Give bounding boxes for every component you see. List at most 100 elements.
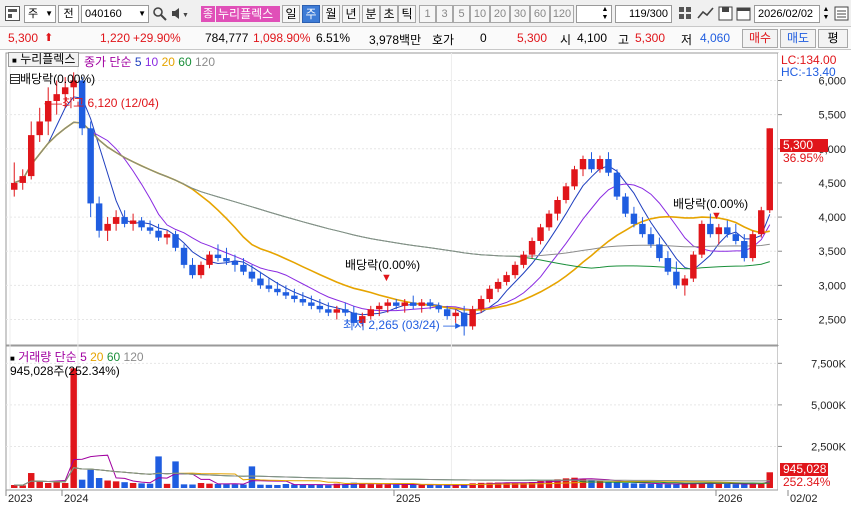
volume-bar [630, 483, 638, 488]
chart-layout-icon[interactable] [5, 6, 20, 21]
volume-bar [138, 483, 145, 488]
candle-body [393, 302, 400, 306]
volume-tick-label: 7,500K [811, 358, 847, 370]
period-day[interactable]: 일 [282, 5, 300, 23]
interval-1[interactable]: 1 [419, 5, 436, 23]
candle-body [172, 234, 179, 248]
interval-120[interactable]: 120 [550, 5, 574, 23]
candle-body [19, 176, 26, 183]
chart-canvas[interactable]: 6,0005,5005,0004,5004,0003,5003,0002,500… [0, 50, 851, 515]
interval-second[interactable]: 초 [380, 5, 398, 23]
price-panel-tab[interactable]: ■ 누리플렉스 [8, 52, 80, 67]
volume-bar [308, 484, 315, 488]
volume-bar [435, 485, 442, 488]
date-spin-icon[interactable]: ▲ ▼ [821, 6, 831, 22]
save-icon[interactable] [718, 6, 733, 21]
eval-button[interactable]: 평 [818, 29, 848, 48]
volume-bar [452, 485, 459, 488]
ma-legend: 종가 단순 5 10 20 60 120 [84, 55, 216, 69]
price-change: 1,220 [99, 31, 130, 45]
trend-line-icon[interactable] [697, 6, 715, 21]
candle-body [316, 305, 324, 310]
candle-body [138, 220, 145, 228]
spin-icon[interactable]: ▲ ▼ [600, 6, 610, 22]
candle-body [129, 220, 137, 224]
volume-bar [316, 485, 324, 488]
stock-code-input[interactable]: 040160 ▼ [81, 5, 149, 23]
candle-body [545, 213, 553, 228]
chart-list-icon[interactable] [834, 6, 849, 21]
candle-body [656, 244, 663, 259]
candle-body [308, 302, 315, 306]
tab-square-icon: ■ [12, 56, 17, 65]
interval-20[interactable]: 20 [490, 5, 510, 23]
interval-tick[interactable]: 틱 [398, 5, 416, 23]
volume-bar [384, 484, 391, 488]
volume-bar [647, 483, 655, 488]
candle-body [622, 196, 629, 214]
interval-5[interactable]: 5 [453, 5, 470, 23]
period-month[interactable]: 월 [322, 5, 340, 23]
hoga-label: 호가 [432, 33, 455, 47]
interval-minute[interactable]: 분 [362, 5, 380, 23]
volume-bar [707, 483, 714, 488]
candle-body [520, 254, 527, 265]
turnover-pct: 6.51% [316, 31, 351, 45]
grid-icon[interactable] [678, 6, 694, 21]
speaker-icon[interactable]: ▼ [170, 6, 190, 21]
volume-bar [19, 485, 26, 488]
volume-bar [53, 482, 60, 488]
buy-button[interactable]: 매수 [742, 29, 778, 48]
chevron-down-icon[interactable]: ▼ [138, 6, 146, 22]
interval-60[interactable]: 60 [530, 5, 550, 23]
price-tick-label: 2,500 [818, 315, 846, 327]
change-pct-tag: 36.95% [783, 151, 824, 165]
dividend-arrow-mid: ▼ [381, 272, 392, 284]
period-year[interactable]: 년 [342, 5, 360, 23]
volume-bar [27, 473, 35, 488]
volume-bar [282, 484, 290, 488]
candle-body [104, 223, 111, 231]
x-tick-label: 2025 [396, 493, 420, 505]
volume-bar [121, 482, 128, 488]
candle-body [146, 227, 154, 231]
candle-body [639, 223, 646, 235]
period-week[interactable]: 주 [302, 5, 320, 23]
candle-body [647, 234, 655, 245]
volume-bar [44, 483, 52, 488]
candle-body [325, 309, 332, 313]
candle-body [248, 271, 256, 279]
market-select[interactable]: 주 ▼ [24, 5, 56, 23]
interval-3[interactable]: 3 [436, 5, 453, 23]
candle-body [401, 302, 408, 306]
candle-body [87, 128, 94, 204]
volume-bar [95, 478, 103, 488]
interval-30[interactable]: 30 [510, 5, 530, 23]
date-input[interactable]: 2026/02/02 [754, 5, 820, 23]
candle-body [291, 295, 298, 300]
type-select[interactable]: 전 [58, 5, 79, 23]
interval-10[interactable]: 10 [470, 5, 490, 23]
bar-count-input[interactable]: 119/300 [615, 5, 672, 23]
candle-body [741, 240, 748, 259]
up-arrow-icon: ⬆ [44, 32, 54, 44]
hc-label: HC:-13.40 [781, 65, 836, 79]
candle-body [571, 169, 578, 187]
volume-bar [274, 485, 281, 488]
candle-body [180, 247, 188, 265]
trade-amount: 3,978백만 [369, 33, 422, 47]
volume-bar [376, 484, 383, 488]
volume-bar [257, 484, 264, 488]
candle-body [494, 281, 502, 289]
candle-body [189, 264, 196, 276]
open-price: 4,100 [577, 31, 608, 45]
search-icon[interactable] [152, 6, 167, 21]
sell-button[interactable]: 매도 [780, 29, 816, 48]
candle-body [554, 200, 561, 214]
svg-text:▼: ▼ [182, 12, 189, 19]
volume-bar [155, 456, 162, 488]
calendar-icon[interactable] [736, 6, 751, 21]
candle-body [477, 299, 485, 310]
volume-bar [325, 485, 332, 488]
volume-bar [622, 483, 629, 488]
